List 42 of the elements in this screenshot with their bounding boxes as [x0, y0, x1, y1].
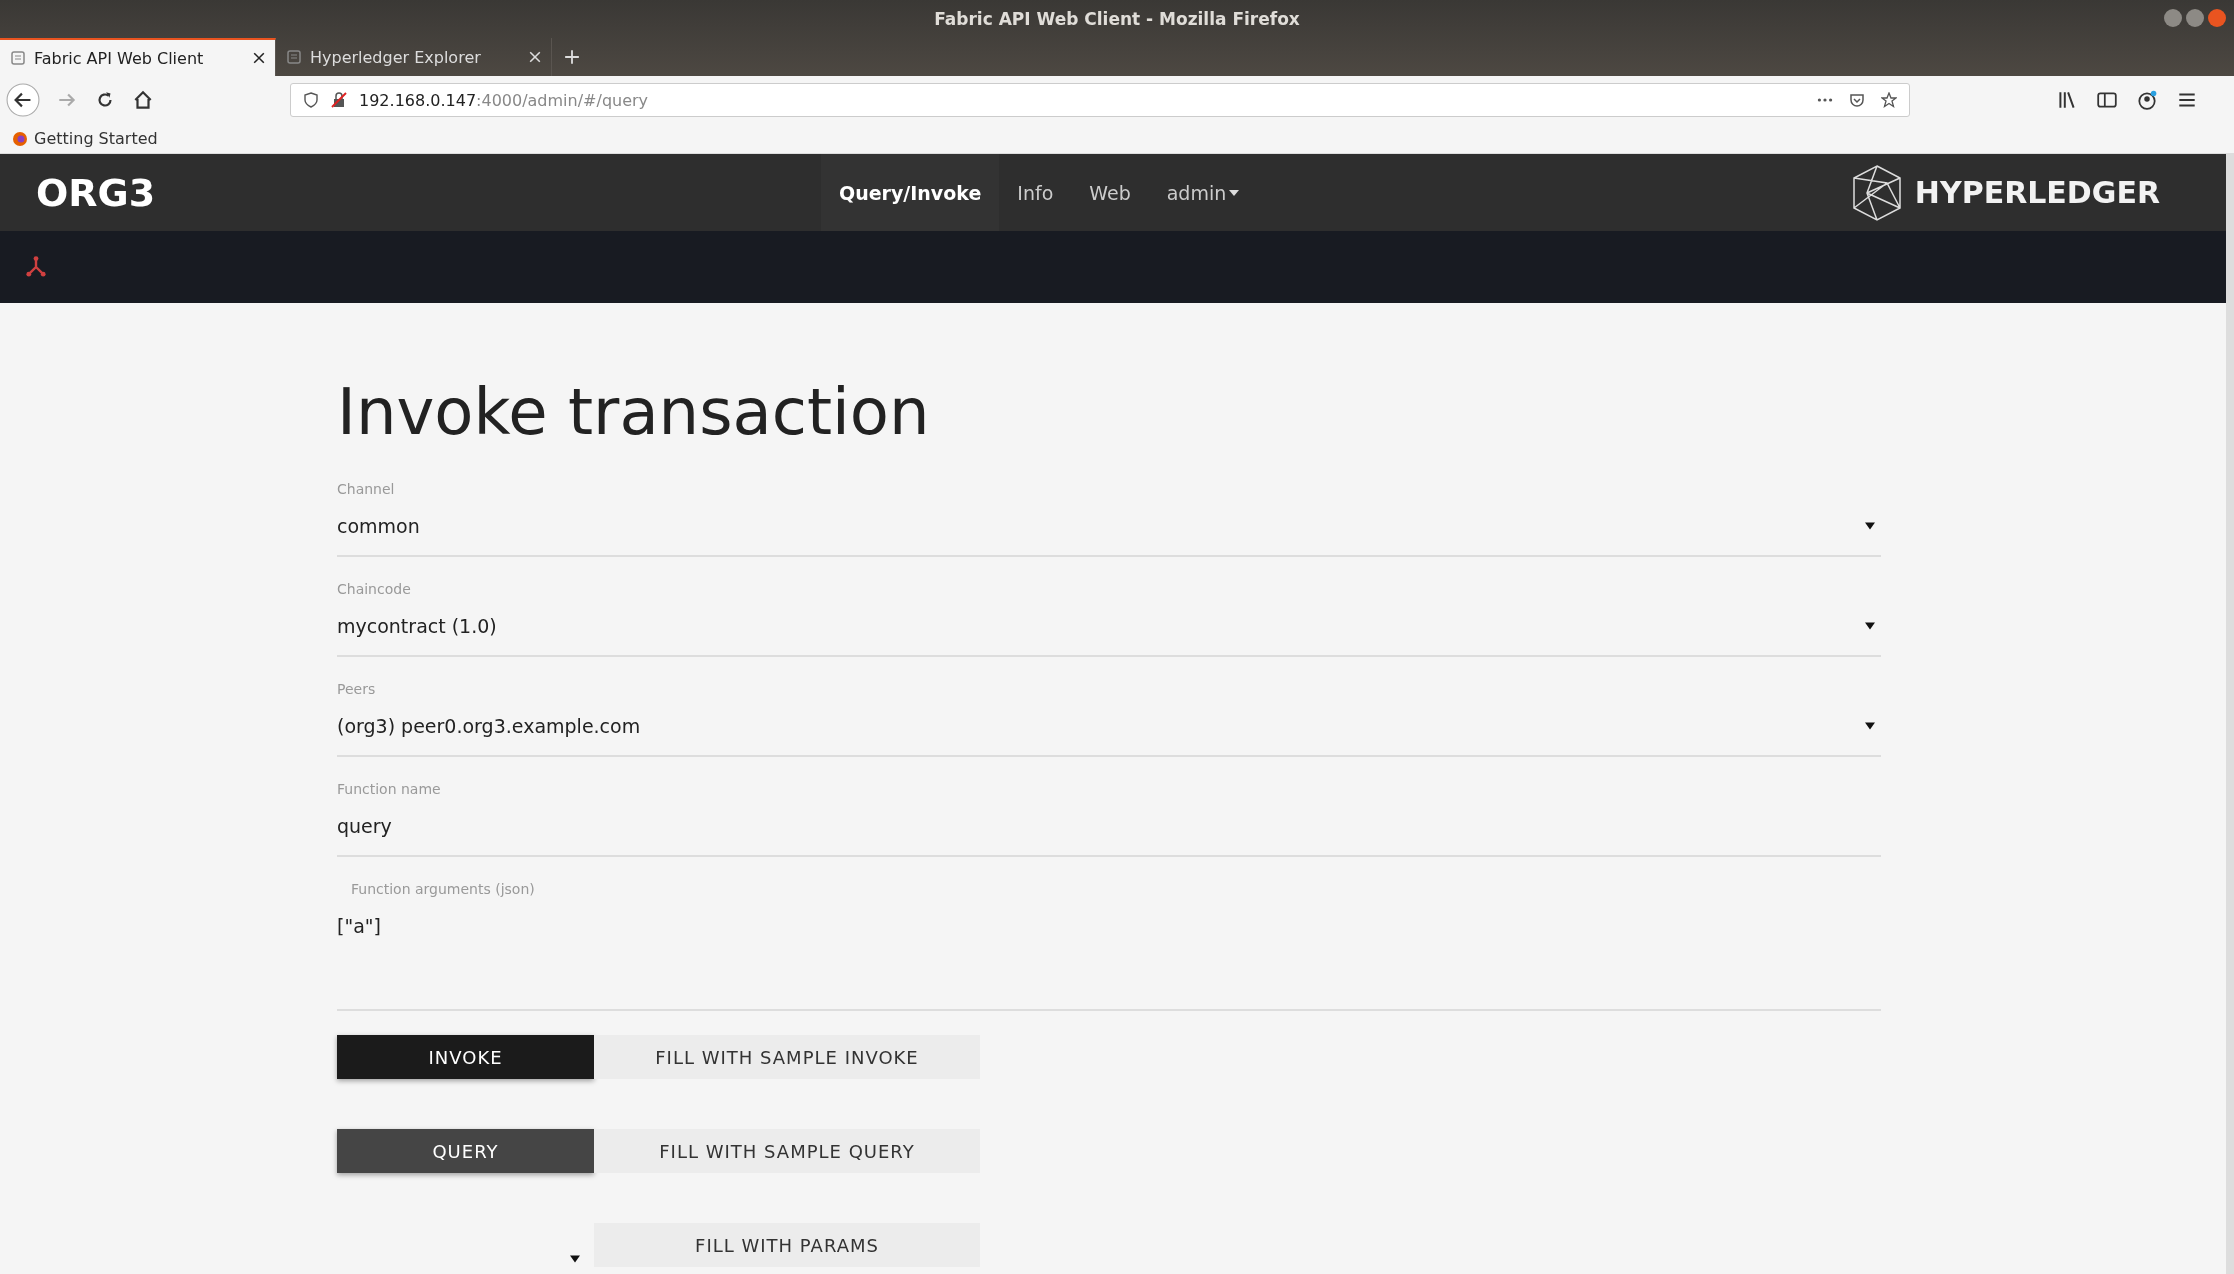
bookmark-link[interactable]: Getting Started [12, 129, 158, 148]
caret-icon [1865, 622, 1875, 630]
maximize-button[interactable] [2186, 9, 2204, 27]
brand-title[interactable]: ORG3 [36, 170, 156, 215]
star-icon[interactable] [1881, 92, 1897, 108]
browser-tab[interactable]: Fabric API Web Client [0, 38, 276, 76]
select-field[interactable]: Peers (org3) peer0.org3.example.com [337, 681, 1881, 757]
caret-icon[interactable] [570, 1255, 580, 1263]
page-heading: Invoke transaction [337, 375, 931, 449]
nav-link[interactable]: Web [1071, 154, 1149, 231]
new-tab-icon[interactable] [564, 49, 580, 65]
fill-button[interactable]: FILL WITH SAMPLE QUERY [594, 1129, 980, 1173]
home-icon[interactable] [132, 89, 154, 111]
invoke-button[interactable]: INVOKE [337, 1035, 594, 1079]
back-icon[interactable] [6, 83, 40, 117]
input-field[interactable]: Function arguments (json) ["a"] [337, 881, 1881, 1011]
page-icon [10, 50, 26, 66]
account-icon[interactable] [2136, 89, 2158, 111]
caret-icon [1865, 522, 1875, 530]
caret-icon [1865, 722, 1875, 730]
nav-link[interactable]: Info [999, 154, 1072, 231]
query-button[interactable]: QUERY [337, 1129, 594, 1173]
network-node-icon[interactable] [24, 255, 48, 279]
close-tab-icon[interactable] [253, 52, 265, 64]
nav-link[interactable]: admin [1148, 154, 1258, 231]
caret-icon [1229, 189, 1240, 196]
pocket-icon[interactable] [1849, 92, 1865, 108]
browser-logo-icon [12, 130, 28, 147]
fill-button[interactable]: FILL WITH SAMPLE INVOKE [594, 1035, 980, 1079]
input-field[interactable]: Function name query [337, 781, 1881, 857]
fill-button[interactable]: FILL WITH PARAMS [594, 1223, 980, 1267]
select-field[interactable]: Channel common [337, 481, 1881, 557]
page-icon [286, 49, 302, 65]
insecure-lock-icon [331, 92, 347, 108]
nav-link[interactable]: Query/Invoke [821, 154, 1000, 231]
select-field[interactable]: Chaincode mycontract (1.0) [337, 581, 1881, 657]
minimize-button[interactable] [2164, 9, 2182, 27]
shield-icon [303, 92, 319, 108]
window-title: Fabric API Web Client - Mozilla Firefox [934, 9, 1300, 29]
close-button[interactable] [2208, 9, 2226, 27]
address-bar[interactable]: 192.168.0.147:4000/admin/#/query [290, 83, 1910, 117]
logo-text: HYPERLEDGER [1914, 175, 2160, 210]
